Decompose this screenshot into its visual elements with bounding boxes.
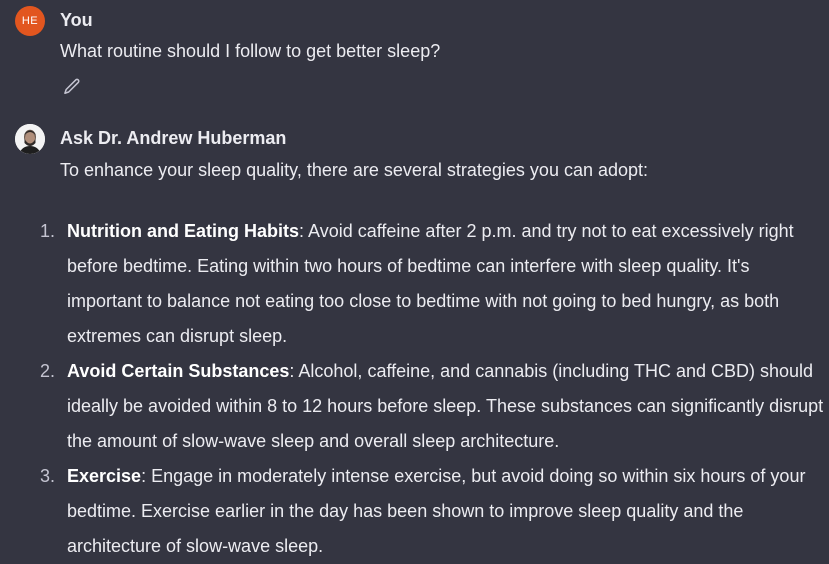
list-item-number: 3.: [40, 466, 56, 486]
strategy-list: 1. Nutrition and Eating Habits: Avoid caf…: [15, 214, 829, 564]
list-item-number: 2.: [40, 361, 56, 381]
list-item-title: Avoid Certain Substances: [67, 361, 290, 381]
portrait-avatar-icon: [15, 124, 45, 154]
list-item-title: Nutrition and Eating Habits: [67, 221, 299, 241]
assistant-avatar: [15, 124, 45, 154]
list-item: 1. Nutrition and Eating Habits: Avoid caf…: [15, 214, 829, 354]
user-message-text: What routine should I follow to get bett…: [60, 41, 441, 61]
user-author-name: You: [60, 10, 93, 30]
pencil-icon: [64, 78, 80, 94]
assistant-intro-text: To enhance your sleep quality, there are…: [60, 160, 649, 180]
list-item-text: : Engage in moderately intense exercise,…: [67, 466, 806, 556]
list-item: 2. Avoid Certain Substances: Alcohol, caf…: [15, 354, 829, 459]
edit-message-button[interactable]: [60, 75, 84, 99]
list-item-title: Exercise: [67, 466, 142, 486]
user-avatar-initials: HE: [21, 15, 39, 27]
list-item: 3. Exercise: Engage in moderately intense…: [15, 459, 829, 564]
user-avatar: HE: [15, 6, 45, 36]
list-item-number: 1.: [40, 221, 56, 241]
assistant-author-name: Ask Dr. Andrew Huberman: [60, 128, 287, 148]
